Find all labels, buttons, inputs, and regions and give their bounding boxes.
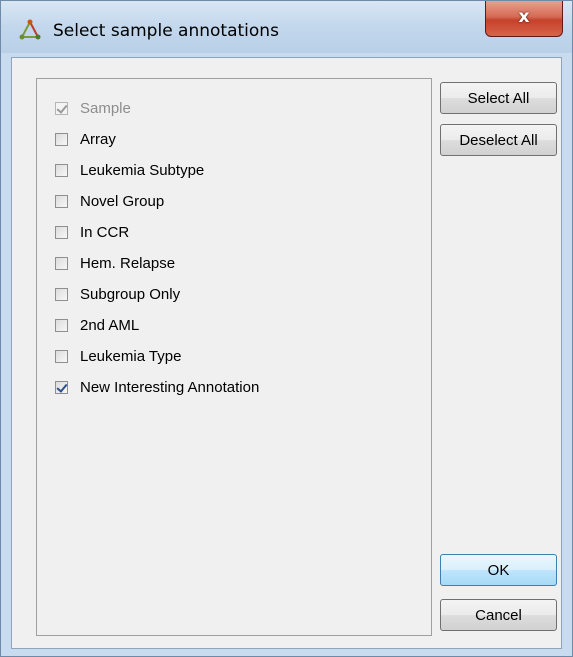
annotation-item[interactable]: Subgroup Only [55, 279, 259, 310]
dialog-content: Sample Array Leukemia Subtype Novel Group In… [11, 57, 562, 649]
window-title: Select sample annotations [53, 21, 279, 41]
annotation-label: Hem. Relapse [80, 255, 176, 272]
close-button[interactable]: x [485, 1, 563, 37]
annotation-label: Novel Group [80, 193, 165, 210]
dialog-window: Select sample annotations x Sample Array L… [0, 0, 573, 657]
annotation-label: Subgroup Only [80, 286, 181, 303]
annotation-checkbox[interactable] [55, 164, 68, 177]
ok-button[interactable]: OK [440, 554, 557, 586]
annotation-list-panel: Sample Array Leukemia Subtype Novel Group In… [36, 78, 432, 636]
deselect-all-button[interactable]: Deselect All [440, 124, 557, 156]
app-triangle-icon [19, 19, 41, 41]
annotation-checkbox[interactable] [55, 226, 68, 239]
annotation-checkbox[interactable] [55, 195, 68, 208]
annotation-item[interactable]: In CCR [55, 217, 259, 248]
annotation-label: New Interesting Annotation [80, 379, 260, 396]
annotation-item: Sample [55, 93, 259, 124]
annotation-item[interactable]: Leukemia Subtype [55, 155, 259, 186]
annotation-label: Leukemia Type [80, 348, 182, 365]
annotation-item[interactable]: Leukemia Type [55, 341, 259, 372]
annotation-checkbox[interactable] [55, 288, 68, 301]
annotation-checkbox [55, 102, 68, 115]
annotation-checkbox[interactable] [55, 319, 68, 332]
annotation-item[interactable]: Novel Group [55, 186, 259, 217]
annotation-checkbox[interactable] [55, 350, 68, 363]
annotation-label: In CCR [80, 224, 130, 241]
annotation-item[interactable]: New Interesting Annotation [55, 372, 259, 403]
annotation-item[interactable]: Array [55, 124, 259, 155]
annotation-label: Leukemia Subtype [80, 162, 205, 179]
select-all-button[interactable]: Select All [440, 82, 557, 114]
annotation-item[interactable]: Hem. Relapse [55, 248, 259, 279]
annotation-label: Array [80, 131, 116, 148]
close-icon: x [518, 7, 530, 27]
annotation-checkbox[interactable] [55, 381, 68, 394]
title-bar[interactable]: Select sample annotations x [1, 1, 572, 53]
annotation-checkbox[interactable] [55, 133, 68, 146]
annotation-label: 2nd AML [80, 317, 140, 334]
annotation-checkbox[interactable] [55, 257, 68, 270]
annotation-list: Sample Array Leukemia Subtype Novel Group In… [55, 93, 259, 403]
annotation-label: Sample [80, 100, 131, 117]
cancel-button[interactable]: Cancel [440, 599, 557, 631]
annotation-item[interactable]: 2nd AML [55, 310, 259, 341]
